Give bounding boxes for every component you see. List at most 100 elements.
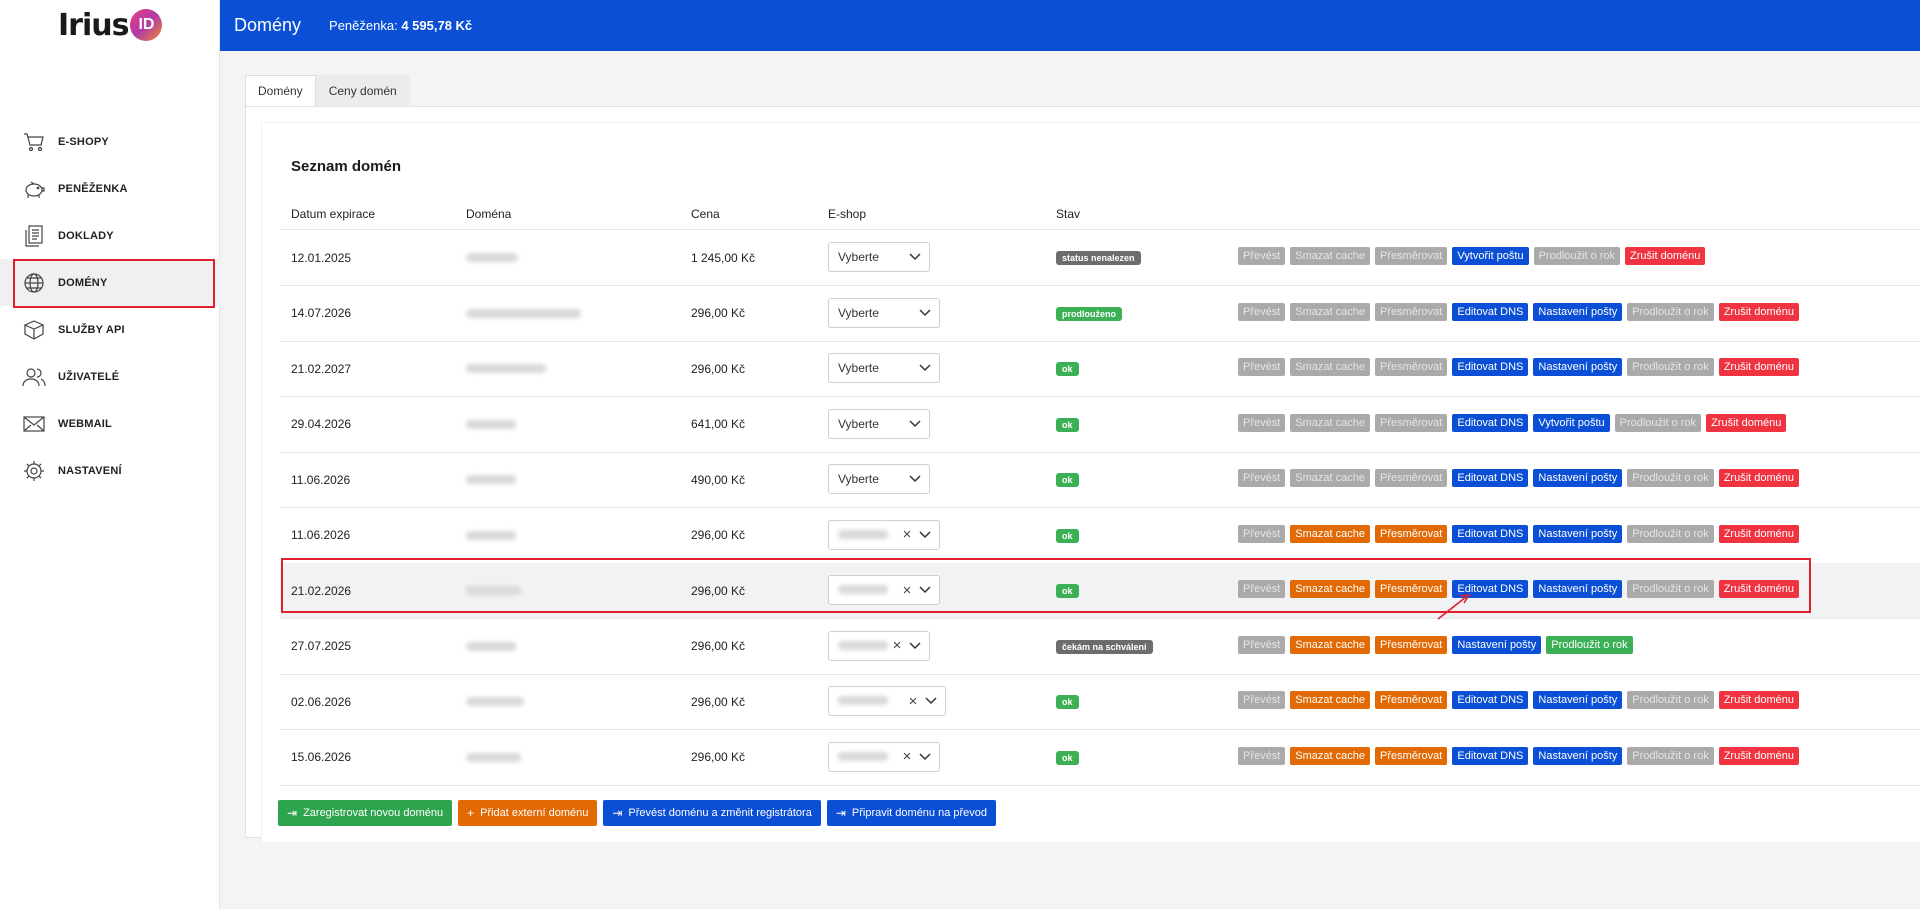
action-editovat-dns-button[interactable]: Editovat DNS <box>1452 413 1529 432</box>
clear-icon[interactable]: × <box>899 748 915 765</box>
action-smazat-cache-button[interactable]: Smazat cache <box>1290 469 1370 487</box>
action-zrusit-domenu-button[interactable]: Zrušit doménu <box>1625 247 1706 265</box>
action-nastaveni-posty-button[interactable]: Nastavení pošty <box>1452 635 1542 654</box>
action-prevest-button[interactable]: Převést <box>1238 746 1286 765</box>
action-presmerovat-button[interactable]: Přesměrovat <box>1375 469 1448 487</box>
sidebar-item-doklady[interactable]: DOKLADY <box>0 212 220 259</box>
action-presmerovat-button[interactable]: Přesměrovat <box>1375 524 1448 543</box>
eshop-select[interactable]: × <box>828 686 946 716</box>
action-nastaveni-posty-button[interactable]: Nastavení pošty <box>1533 746 1623 765</box>
action-zrusit-domenu-button[interactable]: Zrušit doménu <box>1718 469 1800 487</box>
sidebar-item-domeny[interactable]: DOMÉNY <box>0 259 220 308</box>
action-prodlouzit-o-rok-button[interactable]: Prodloužit o rok <box>1627 746 1714 765</box>
action-prodlouzit-o-rok-button[interactable]: Prodloužit o rok <box>1546 635 1633 654</box>
action-prodlouzit-o-rok-button[interactable]: Prodloužit o rok <box>1533 247 1621 265</box>
action-presmerovat-button[interactable]: Přesměrovat <box>1375 746 1448 765</box>
clear-icon[interactable]: × <box>899 582 915 599</box>
action-smazat-cache-button[interactable]: Smazat cache <box>1290 302 1370 321</box>
action-smazat-cache-button[interactable]: Smazat cache <box>1290 691 1370 709</box>
action-prodlouzit-o-rok-button[interactable]: Prodloužit o rok <box>1627 580 1714 598</box>
action-smazat-cache-button[interactable]: Smazat cache <box>1290 580 1370 598</box>
action-prodlouzit-o-rok-button[interactable]: Prodloužit o rok <box>1627 691 1714 709</box>
action-nastaveni-posty-button[interactable]: Nastavení pošty <box>1533 469 1623 487</box>
clear-icon[interactable]: × <box>899 526 915 543</box>
action-smazat-cache-button[interactable]: Smazat cache <box>1290 413 1370 432</box>
action-nastaveni-posty-button[interactable]: Nastavení pošty <box>1533 580 1623 598</box>
action-zrusit-domenu-button[interactable]: Zrušit doménu <box>1718 691 1800 709</box>
action-nastaveni-posty-button[interactable]: Nastavení pošty <box>1533 691 1623 709</box>
action-zrusit-domenu-button[interactable]: Zrušit doménu <box>1718 746 1800 765</box>
action-zrusit-domenu-button[interactable]: Zrušit doménu <box>1718 358 1800 376</box>
sidebar-item-uzivatele[interactable]: UŽIVATELÉ <box>0 353 220 400</box>
domain-name[interactable] <box>466 397 516 452</box>
action-smazat-cache-button[interactable]: Smazat cache <box>1290 635 1370 654</box>
action-zrusit-domenu-button[interactable]: Zrušit doménu <box>1718 580 1800 598</box>
action-editovat-dns-button[interactable]: Editovat DNS <box>1452 469 1529 487</box>
action-presmerovat-button[interactable]: Přesměrovat <box>1375 691 1448 709</box>
action-presmerovat-button[interactable]: Přesměrovat <box>1375 247 1448 265</box>
eshop-select[interactable]: Vyberte <box>828 464 930 494</box>
eshop-select[interactable]: Vyberte <box>828 242 930 272</box>
eshop-select[interactable]: × <box>828 519 940 550</box>
tab-ceny-domen[interactable]: Ceny domén <box>315 75 410 107</box>
logo[interactable]: Irius ID <box>58 8 163 43</box>
action-smazat-cache-button[interactable]: Smazat cache <box>1290 247 1370 265</box>
action-prevest-button[interactable]: Převést <box>1238 580 1286 598</box>
domain-name[interactable] <box>466 286 581 341</box>
eshop-select[interactable]: Vyberte <box>828 297 940 328</box>
action-presmerovat-button[interactable]: Přesměrovat <box>1375 358 1448 376</box>
action-prevest-button[interactable]: Převést <box>1238 469 1286 487</box>
eshop-select[interactable]: × <box>828 741 940 772</box>
clear-icon[interactable]: × <box>889 637 905 654</box>
action-prevest-button[interactable]: Převést <box>1238 302 1286 321</box>
register-domain-button[interactable]: ⇥ Zaregistrovat novou doménu <box>278 800 453 826</box>
sidebar-item-sluzby-api[interactable]: SLUŽBY API <box>0 306 220 353</box>
transfer-domain-button[interactable]: ⇥ Převést doménu a změnit registrátora <box>603 800 821 826</box>
action-nastaveni-posty-button[interactable]: Nastavení pošty <box>1533 302 1623 321</box>
domain-name[interactable] <box>466 508 516 563</box>
action-presmerovat-button[interactable]: Přesměrovat <box>1375 580 1448 598</box>
domain-name[interactable] <box>466 452 516 507</box>
action-smazat-cache-button[interactable]: Smazat cache <box>1290 524 1370 543</box>
action-editovat-dns-button[interactable]: Editovat DNS <box>1452 302 1529 321</box>
domain-name[interactable] <box>466 230 518 285</box>
action-editovat-dns-button[interactable]: Editovat DNS <box>1452 746 1529 765</box>
action-smazat-cache-button[interactable]: Smazat cache <box>1290 746 1370 765</box>
eshop-select[interactable]: × <box>828 630 930 661</box>
clear-icon[interactable]: × <box>905 693 921 710</box>
action-prodlouzit-o-rok-button[interactable]: Prodloužit o rok <box>1614 413 1702 432</box>
tab-domeny[interactable]: Domény <box>245 75 316 107</box>
action-zrusit-domenu-button[interactable]: Zrušit doménu <box>1718 302 1800 321</box>
sidebar-item-eshopy[interactable]: E-SHOPY <box>0 118 220 165</box>
action-vytvorit-postu-button[interactable]: Vytvořit poštu <box>1452 247 1529 265</box>
domain-name[interactable] <box>466 674 524 729</box>
action-prodlouzit-o-rok-button[interactable]: Prodloužit o rok <box>1627 302 1714 321</box>
action-editovat-dns-button[interactable]: Editovat DNS <box>1452 524 1529 543</box>
action-presmerovat-button[interactable]: Přesměrovat <box>1375 302 1448 321</box>
action-prodlouzit-o-rok-button[interactable]: Prodloužit o rok <box>1627 524 1714 543</box>
domain-name[interactable] <box>466 341 546 396</box>
eshop-select[interactable]: Vyberte <box>828 408 930 439</box>
action-vytvorit-postu-button[interactable]: Vytvořit poštu <box>1533 413 1610 432</box>
action-prodlouzit-o-rok-button[interactable]: Prodloužit o rok <box>1627 358 1714 376</box>
action-prevest-button[interactable]: Převést <box>1238 635 1286 654</box>
action-presmerovat-button[interactable]: Přesměrovat <box>1375 413 1448 432</box>
sidebar-item-penezenka[interactable]: PENĚŽENKA <box>0 165 220 212</box>
domain-name[interactable] <box>466 563 521 618</box>
eshop-select[interactable]: × <box>828 575 940 605</box>
action-prodlouzit-o-rok-button[interactable]: Prodloužit o rok <box>1627 469 1714 487</box>
action-editovat-dns-button[interactable]: Editovat DNS <box>1452 358 1529 376</box>
action-smazat-cache-button[interactable]: Smazat cache <box>1290 358 1370 376</box>
action-zrusit-domenu-button[interactable]: Zrušit doménu <box>1706 413 1787 432</box>
action-prevest-button[interactable]: Převést <box>1238 413 1286 432</box>
action-nastaveni-posty-button[interactable]: Nastavení pošty <box>1533 358 1623 376</box>
sidebar-item-nastaveni[interactable]: NASTAVENÍ <box>0 447 220 494</box>
eshop-select[interactable]: Vyberte <box>828 353 940 383</box>
action-prevest-button[interactable]: Převést <box>1238 247 1286 265</box>
action-editovat-dns-button[interactable]: Editovat DNS <box>1452 691 1529 709</box>
action-prevest-button[interactable]: Převést <box>1238 358 1286 376</box>
add-external-domain-button[interactable]: + Přidat externí doménu <box>458 800 598 826</box>
domain-name[interactable] <box>466 619 516 674</box>
action-zrusit-domenu-button[interactable]: Zrušit doménu <box>1718 524 1800 543</box>
action-editovat-dns-button[interactable]: Editovat DNS <box>1452 580 1529 598</box>
